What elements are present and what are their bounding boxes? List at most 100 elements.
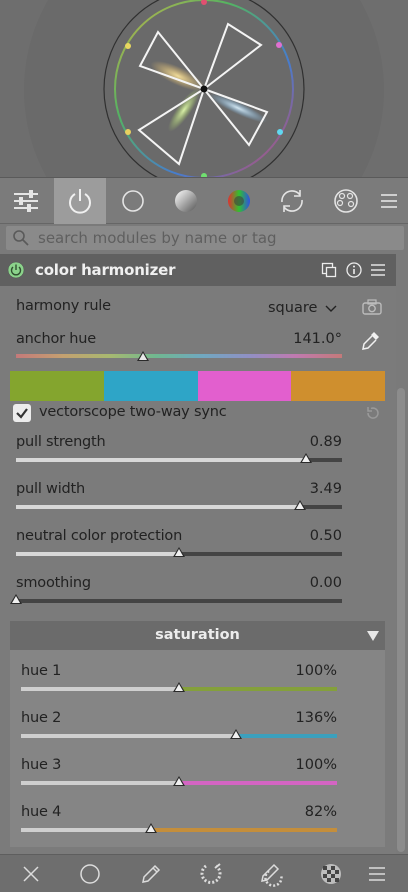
tab-color[interactable] [213, 178, 265, 224]
slider-label: pull strength [16, 434, 106, 450]
search-input[interactable] [38, 229, 398, 247]
harmony-swatch [291, 371, 385, 401]
slider-track[interactable] [16, 599, 342, 603]
scrollbar[interactable] [397, 388, 405, 852]
anchor-hue-slider-handle[interactable] [137, 351, 150, 361]
vectorscope-sync-checkbox[interactable] [13, 404, 31, 422]
presets-button[interactable] [369, 261, 387, 279]
circle-icon [122, 190, 144, 212]
eyedropper-icon [362, 332, 379, 350]
slider-track[interactable] [16, 458, 342, 462]
saturation-hue-value: 82% [304, 804, 337, 820]
slider-label: neutral color protection [16, 528, 183, 544]
anchor-hue-value: 141.0° [293, 331, 342, 347]
tab-effect[interactable] [320, 178, 372, 224]
camera-button[interactable] [360, 297, 384, 317]
close-icon [23, 866, 39, 882]
saturation-hue-label: hue 2 [21, 710, 62, 726]
sphere-icon [175, 190, 197, 212]
raster-mask-button[interactable] [316, 861, 346, 887]
multi-instance-icon [321, 262, 337, 278]
chevron-down-icon [325, 305, 337, 312]
module-group-tabs [0, 178, 408, 224]
sync-reset-button[interactable] [364, 404, 382, 422]
color-picker-button[interactable] [359, 330, 381, 352]
slider-value: 3.49 [309, 481, 342, 497]
multi-instance-button[interactable] [320, 261, 338, 279]
clear-masks-button[interactable] [16, 861, 46, 887]
saturation-header[interactable]: saturation [10, 621, 385, 650]
module-search [6, 226, 404, 250]
slider-value: 0.89 [309, 434, 342, 450]
refresh-icon [281, 190, 303, 212]
saturation-hue-slider-handle[interactable] [229, 729, 242, 739]
sliders-icon [14, 190, 38, 212]
saturation-hue-slider-handle[interactable] [144, 823, 157, 833]
rgb-wheel-icon [228, 190, 250, 212]
saturation-hue-slider[interactable] [21, 828, 337, 832]
reset-icon [367, 407, 379, 419]
anchor-hue-slider[interactable] [16, 354, 342, 358]
info-icon [346, 262, 362, 278]
circle-icon [80, 864, 100, 884]
vectorscope[interactable] [0, 0, 408, 178]
checker-icon [321, 864, 341, 884]
harmony-swatch [10, 371, 104, 401]
menu-icon [381, 194, 397, 208]
saturation-hue-label: hue 4 [21, 804, 62, 820]
saturation-hue-value: 136% [295, 710, 337, 726]
slider-label: smoothing [16, 575, 91, 591]
saturation-hue-value: 100% [295, 663, 337, 679]
tab-tone[interactable] [160, 178, 212, 224]
harmony-swatches [10, 371, 385, 401]
saturation-hue-label: hue 1 [21, 663, 62, 679]
tab-sliders[interactable] [0, 178, 52, 224]
palette-icon [334, 189, 358, 213]
pencil-icon [142, 864, 161, 883]
module-header[interactable]: color harmonizer [0, 254, 396, 286]
combined-mask-button[interactable] [256, 861, 286, 887]
saturation-hue-slider-handle[interactable] [173, 682, 185, 692]
reset-button[interactable] [345, 261, 363, 279]
harmony-swatch [103, 371, 198, 401]
saturation-hue-value: 100% [295, 757, 337, 773]
slider-value: 0.50 [309, 528, 342, 544]
harmony-rule-label: harmony rule [16, 298, 111, 314]
checkmark-icon [16, 408, 28, 419]
drawn-mask-button[interactable] [136, 861, 166, 887]
tab-base[interactable] [107, 178, 159, 224]
slider-value: 0.00 [309, 575, 342, 591]
harmony-rule-select[interactable]: square [268, 298, 337, 318]
power-icon[interactable] [7, 261, 25, 279]
tab-correct[interactable] [266, 178, 318, 224]
saturation-hue-label: hue 3 [21, 757, 62, 773]
slider-handle[interactable] [300, 453, 313, 463]
mask-menu-button[interactable] [362, 861, 392, 887]
camera-icon [362, 299, 382, 315]
vectorscope-sync-label: vectorscope two-way sync [39, 404, 227, 420]
saturation-section: saturation hue 1 100% hue 2 136% hue 3 100% hu… [10, 621, 385, 847]
harmony-swatch [197, 371, 292, 401]
saturation-hue-slider-handle[interactable] [173, 776, 185, 786]
slider-handle[interactable] [293, 500, 306, 510]
menu-icon [371, 264, 385, 276]
circle-mask-button[interactable] [75, 861, 105, 887]
search-icon [13, 230, 29, 246]
collapse-triangle-icon [367, 631, 379, 641]
slider-handle[interactable] [173, 547, 185, 557]
parametric-mask-button[interactable] [196, 861, 226, 887]
brush-icon [200, 863, 222, 884]
mask-toolbar [0, 854, 408, 892]
gradient-brush-icon [261, 863, 283, 887]
saturation-hue-slider[interactable] [21, 734, 337, 738]
slider-label: pull width [16, 481, 86, 497]
menu-icon [369, 867, 385, 881]
saturation-title: saturation [155, 627, 240, 643]
tab-active-modules[interactable] [54, 178, 106, 224]
slider-handle[interactable] [10, 594, 22, 604]
module-title: color harmonizer [35, 261, 176, 279]
harmony-rule-value: square [268, 300, 318, 316]
tab-presets-menu[interactable] [370, 178, 408, 224]
anchor-hue-label: anchor hue [16, 331, 96, 347]
vectorscope-graph [24, 0, 384, 177]
